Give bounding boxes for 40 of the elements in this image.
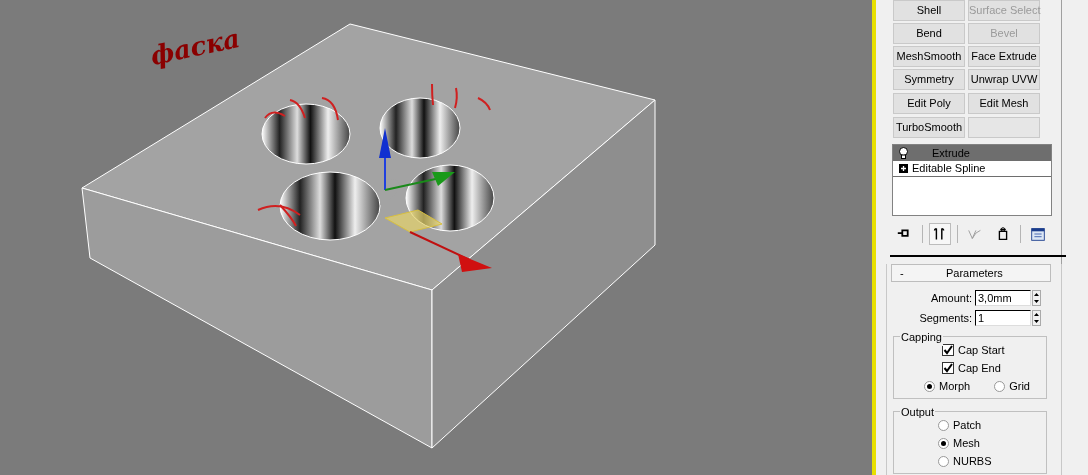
modifier-button[interactable]: Edit Poly — [893, 93, 965, 114]
field-label: Segments: — [919, 310, 972, 326]
spinner-arrows-icon[interactable] — [1032, 290, 1041, 306]
radio-button[interactable] — [938, 419, 949, 431]
expand-icon[interactable] — [899, 164, 908, 173]
modifier-button[interactable]: TurboSmooth — [893, 117, 965, 138]
modifier-button[interactable]: MeshSmooth — [893, 46, 965, 67]
radio-label: Mesh — [953, 435, 980, 451]
field-label: Amount: — [931, 290, 972, 306]
spinner-field[interactable]: 1 — [975, 310, 1031, 326]
radio-button[interactable] — [938, 437, 949, 449]
spinner-field[interactable]: 3,0mm — [975, 290, 1031, 306]
handwritten-note: фаска — [146, 21, 244, 74]
modifier-button[interactable]: Face Extrude — [968, 46, 1040, 67]
transform-gizmo-drawing[interactable] — [379, 128, 492, 272]
radio-label: Patch — [953, 417, 982, 433]
checkbox-label: Cap End — [958, 360, 1001, 376]
modifier-button[interactable]: Unwrap UVW — [968, 69, 1040, 90]
radio-label: NURBS — [953, 453, 992, 469]
modifier-button[interactable]: Edit Mesh — [968, 93, 1040, 114]
stack-item[interactable]: Extrude — [893, 145, 1051, 161]
stack-item-label: Extrude — [932, 145, 970, 161]
radio-label: Grid — [1009, 378, 1030, 394]
rollout-header[interactable]: - Parameters — [891, 264, 1051, 282]
lightbulb-icon[interactable] — [899, 147, 908, 159]
stack-item-label: Editable Spline — [912, 161, 986, 177]
modifier-button[interactable]: Shell — [893, 0, 965, 21]
radio-button[interactable] — [938, 455, 949, 467]
modifier-button[interactable]: Bend — [893, 23, 965, 44]
checkbox-label: Cap Start — [958, 342, 1005, 358]
radio-label: Morph — [939, 378, 971, 394]
configure-icon — [1029, 225, 1047, 243]
checkbox[interactable] — [942, 362, 954, 374]
radio-button[interactable] — [924, 380, 935, 392]
stack-item[interactable]: Editable Spline — [893, 161, 1051, 177]
radio-button[interactable] — [994, 380, 1006, 392]
modifier-button[interactable]: Symmetry — [893, 69, 965, 90]
spinner-arrows-icon[interactable] — [1032, 310, 1041, 326]
checkbox[interactable] — [942, 344, 954, 356]
end-result-button[interactable] — [929, 223, 951, 245]
